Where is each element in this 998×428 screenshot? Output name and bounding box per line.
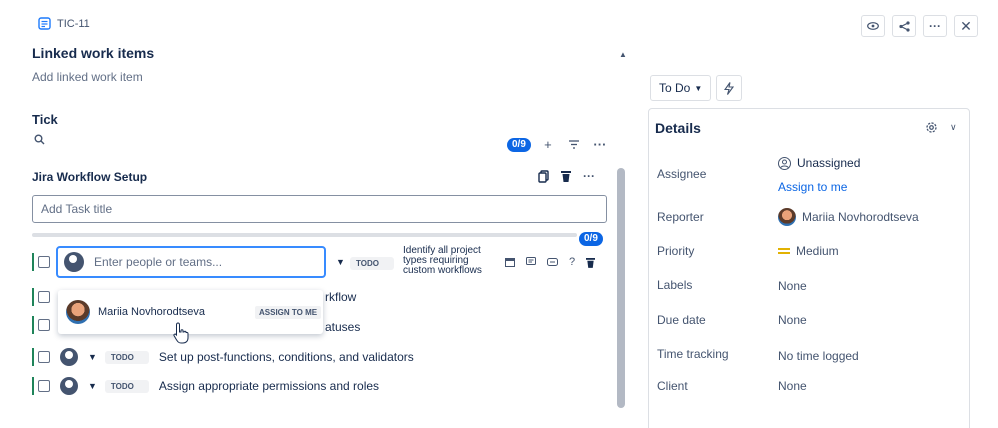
field-label-labels: Labels [657, 278, 693, 292]
link-icon[interactable] [547, 258, 558, 266]
task-checkbox[interactable] [38, 380, 50, 392]
status-label: To Do [659, 81, 691, 95]
share-icon [898, 20, 910, 32]
people-picker-placeholder: Enter people or teams... [94, 255, 223, 269]
status-transition-button[interactable]: To Do ▼ [650, 75, 712, 101]
trash-icon[interactable] [586, 257, 596, 268]
comment-icon[interactable] [526, 257, 536, 267]
add-linked-item-link[interactable]: Add linked work item [32, 70, 143, 84]
task-row: ▼ TODO Set up post-functions, conditions… [32, 345, 414, 369]
add-task-input[interactable]: Add Task title [32, 195, 607, 223]
automation-button[interactable] [716, 75, 742, 101]
checklist-progress-bar [32, 233, 577, 237]
assign-to-me-button[interactable]: ASSIGN TO ME [255, 305, 322, 319]
task-status-bar [32, 316, 34, 334]
tick-heading: Tick [32, 112, 58, 127]
filter-icon[interactable] [565, 140, 583, 149]
person-icon[interactable] [60, 348, 78, 366]
share-button[interactable] [892, 15, 916, 37]
linked-items-heading: Linked work items [32, 45, 155, 61]
task-checkbox[interactable] [38, 291, 50, 303]
field-label-assignee: Assignee [657, 167, 707, 181]
task-row [32, 285, 60, 309]
task-title[interactable]: rkflow [325, 290, 356, 304]
priority-medium-icon [778, 247, 790, 255]
people-picker-input[interactable]: Enter people or teams... [56, 246, 326, 278]
help-icon[interactable]: ? [569, 256, 575, 268]
client-value[interactable]: None [778, 379, 807, 393]
task-status-bar [32, 377, 34, 395]
task-title[interactable]: Assign appropriate permissions and roles [159, 379, 379, 393]
field-label-client: Client [657, 379, 688, 393]
time-tracking-value[interactable]: No time logged [778, 349, 859, 363]
status-lozenge[interactable]: TODO [104, 379, 149, 393]
person-icon [64, 252, 84, 272]
issue-key-label: TIC-11 [57, 17, 90, 30]
avatar [778, 208, 796, 226]
chevron-down-icon: ▼ [694, 83, 703, 93]
task-title-line: custom workflows [403, 265, 482, 276]
copy-icon[interactable] [538, 169, 549, 183]
assign-to-me-link[interactable]: Assign to me [778, 180, 847, 194]
close-icon[interactable]: ✕ [954, 15, 978, 37]
bolt-icon [724, 81, 734, 95]
task-row-tools: ? [505, 256, 596, 268]
avatar [66, 300, 90, 324]
task-title[interactable]: Set up post-functions, conditions, and v… [159, 350, 414, 364]
more-icon[interactable]: ··· [583, 169, 595, 183]
task-checkbox[interactable] [38, 256, 50, 268]
chevron-down-icon[interactable]: ▼ [88, 381, 97, 391]
search-icon[interactable] [34, 134, 45, 145]
field-label-time-tracking: Time tracking [657, 347, 729, 361]
chevron-down-icon[interactable]: ∨ [950, 122, 957, 133]
priority-name: Medium [796, 244, 839, 258]
checklist-toolbar: ··· [538, 169, 595, 183]
assignee-value[interactable]: Unassigned [778, 156, 860, 170]
scrollbar[interactable] [617, 168, 625, 408]
calendar-icon[interactable] [505, 257, 515, 267]
task-status-bar [32, 348, 34, 366]
tick-toolbar: 0/9 + ··· [507, 137, 609, 152]
task-title[interactable]: atuses [325, 320, 360, 334]
priority-value[interactable]: Medium [778, 244, 839, 258]
gear-icon[interactable] [925, 121, 938, 134]
tick-count-badge: 0/9 [507, 137, 531, 152]
field-label-reporter: Reporter [657, 210, 704, 224]
task-row [32, 313, 60, 337]
chevron-down-icon[interactable]: ▼ [88, 352, 97, 362]
person-icon [778, 156, 791, 170]
field-label-priority: Priority [657, 244, 695, 258]
task-checkbox[interactable] [38, 319, 50, 331]
chevron-down-icon[interactable]: ▼ [336, 257, 345, 267]
person-icon[interactable] [60, 377, 78, 395]
status-lozenge[interactable]: TODO [350, 257, 394, 270]
field-label-due-date: Due date [657, 313, 706, 327]
task-checkbox[interactable] [38, 351, 50, 363]
details-title: Details [655, 120, 701, 136]
reporter-value[interactable]: Mariia Novhorodtseva [778, 208, 919, 226]
reporter-name: Mariia Novhorodtseva [802, 210, 919, 224]
issue-key[interactable]: TIC-11 [38, 17, 90, 30]
checklist-title: Jira Workflow Setup [32, 170, 148, 184]
more-icon[interactable]: ··· [591, 137, 609, 152]
eye-icon [867, 22, 879, 30]
task-status-bar [32, 288, 34, 306]
plus-icon[interactable]: + [539, 137, 557, 152]
task-title[interactable]: Identify all project types requiring cus… [403, 246, 482, 276]
suggestion-name: Mariia Novhorodtseva [98, 306, 205, 318]
more-icon[interactable]: ··· [923, 15, 947, 37]
task-status-bar [32, 253, 34, 271]
issue-type-icon [38, 17, 51, 30]
due-date-value[interactable]: None [778, 313, 807, 327]
task-row: ▼ TODO Assign appropriate permissions an… [32, 374, 379, 398]
assignee-name: Unassigned [797, 156, 861, 170]
labels-value[interactable]: None [778, 279, 807, 293]
checklist-count-badge: 0/9 [579, 232, 603, 246]
collapse-arrow-icon[interactable]: ▲ [619, 50, 627, 59]
trash-icon[interactable] [561, 170, 571, 182]
people-suggestion[interactable]: Mariia Novhorodtseva ASSIGN TO ME [58, 290, 323, 334]
watch-button[interactable] [861, 15, 885, 37]
status-lozenge[interactable]: TODO [104, 350, 149, 364]
